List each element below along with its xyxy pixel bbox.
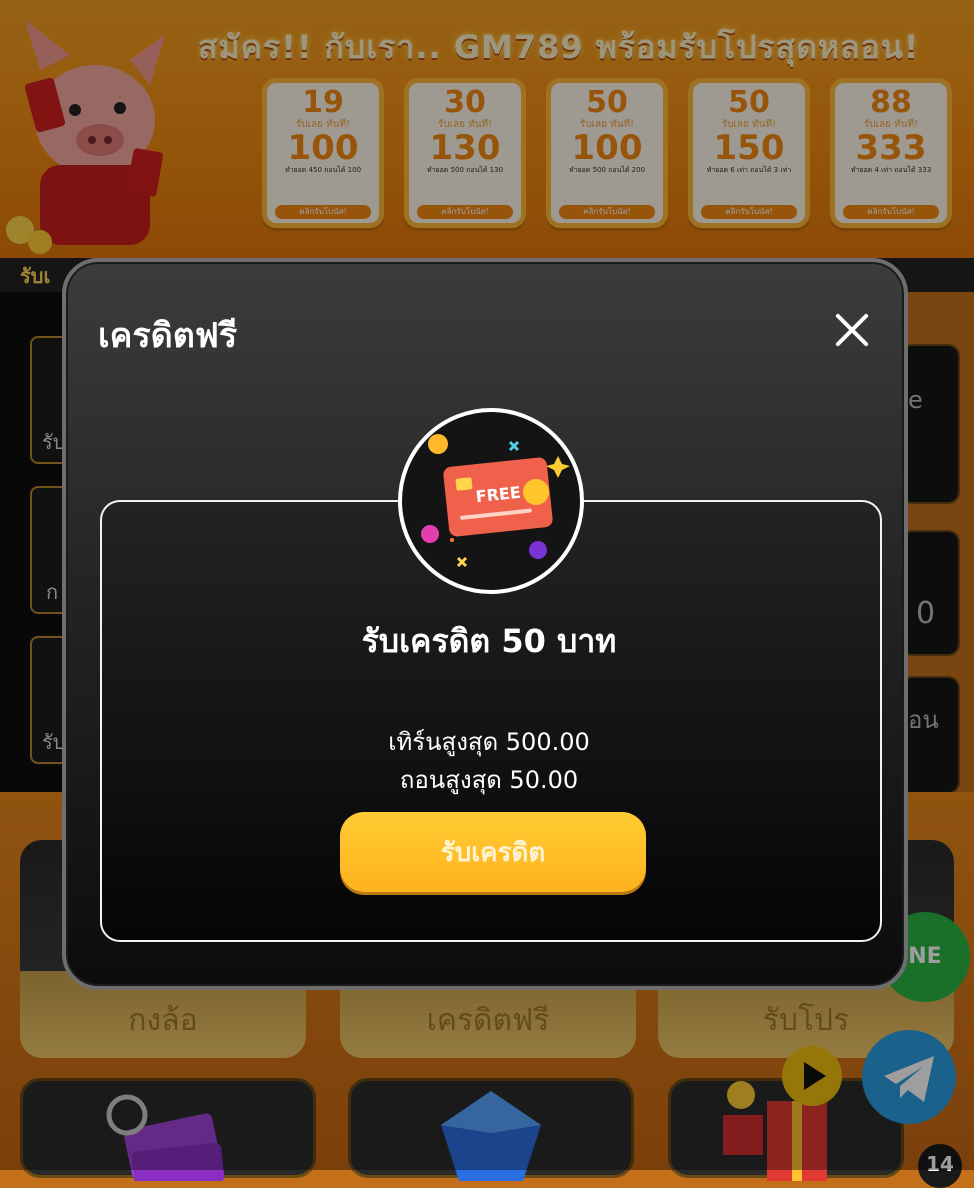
modal-title: เครดิตฟรี [98, 316, 238, 356]
claim-credit-button[interactable]: รับเครดิต [340, 812, 646, 892]
free-credit-modal: เครดิตฟรี FREE รับเครดิต 50 บาท เทิร์นสู… [62, 258, 908, 990]
free-credit-card-icon: FREE [421, 434, 570, 568]
free-credit-emblem: FREE [398, 408, 584, 594]
credit-amount-title: รับเครดิต 50 บาท [361, 622, 617, 660]
close-icon[interactable] [830, 308, 874, 352]
max-withdraw-text: ถอนสูงสุด 50.00 [399, 766, 579, 794]
max-turnover-text: เทิร์นสูงสุด 500.00 [388, 728, 590, 756]
